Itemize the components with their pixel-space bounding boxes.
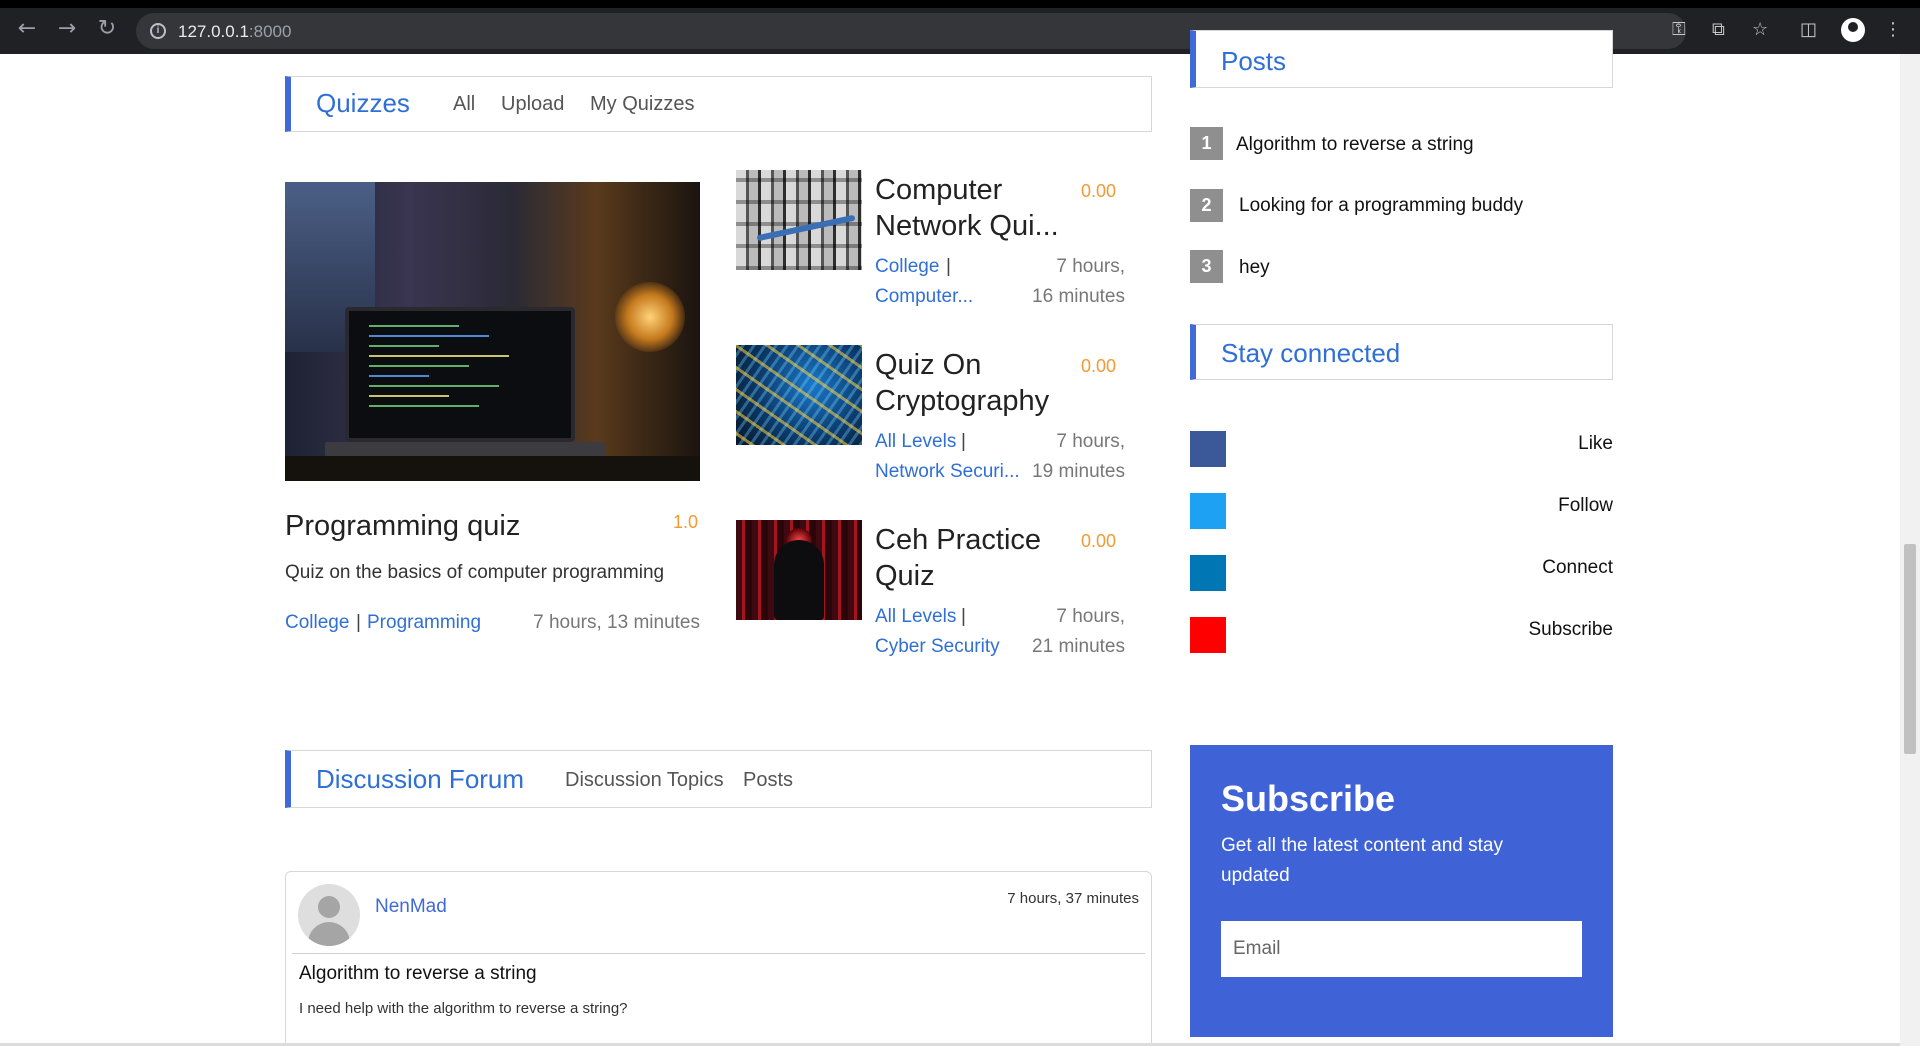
image-laptop-base bbox=[325, 442, 605, 456]
forum-post-card[interactable]: NenMad 7 hours, 37 minutes Algorithm to … bbox=[285, 871, 1152, 1046]
quiz-title-line1[interactable]: Ceh Practice bbox=[875, 522, 1041, 558]
image-floor bbox=[285, 456, 700, 481]
site-info-icon[interactable]: i bbox=[150, 23, 166, 39]
quiz-category[interactable]: All Levels bbox=[875, 606, 956, 628]
quizzes-tab-all[interactable]: All bbox=[453, 93, 475, 116]
featured-quiz-rating: 1.0 bbox=[673, 512, 699, 532]
quiz-rating: 0.00 bbox=[1081, 531, 1117, 551]
popular-post-link[interactable]: hey bbox=[1239, 257, 1270, 279]
side-panel-icon[interactable]: ◫ bbox=[1800, 20, 1817, 40]
linkedin-icon[interactable] bbox=[1190, 555, 1226, 591]
quiz-subject[interactable]: Computer... bbox=[875, 286, 973, 308]
social-connect-link[interactable]: Connect bbox=[1450, 557, 1613, 579]
featured-quiz-subject[interactable]: Programming bbox=[367, 612, 481, 634]
featured-quiz-description: Quiz on the basics of computer programmi… bbox=[285, 562, 665, 583]
post-number-badge: 3 bbox=[1190, 250, 1223, 283]
bookmark-star-icon[interactable]: ☆ bbox=[1752, 20, 1768, 40]
profile-icon[interactable] bbox=[1841, 18, 1865, 42]
quiz-time-line2: 16 minutes bbox=[1032, 286, 1125, 307]
sidebar-posts-title[interactable]: Posts bbox=[1221, 46, 1286, 77]
key-icon[interactable]: ⚿ bbox=[1672, 20, 1686, 40]
avatar[interactable] bbox=[298, 884, 360, 946]
quizzes-title[interactable]: Quizzes bbox=[316, 88, 410, 119]
page-scrollbar[interactable] bbox=[1900, 54, 1920, 1046]
quizzes-tab-upload[interactable]: Upload bbox=[501, 93, 564, 116]
quiz-title-line2[interactable]: Quiz bbox=[875, 558, 935, 594]
quiz-separator: | bbox=[961, 606, 966, 627]
email-field[interactable] bbox=[1221, 921, 1582, 977]
quiz-thumbnail-hacker[interactable] bbox=[736, 520, 862, 620]
post-body: I need help with the algorithm to revers… bbox=[299, 1000, 628, 1017]
tab-strip bbox=[0, 0, 1920, 8]
popular-post-link[interactable]: Looking for a programming buddy bbox=[1239, 195, 1523, 217]
featured-quiz-category[interactable]: College bbox=[285, 612, 349, 634]
quiz-separator: | bbox=[946, 256, 951, 277]
quiz-time-line1: 7 hours, bbox=[1056, 256, 1125, 277]
forum-tab-posts[interactable]: Posts bbox=[743, 769, 793, 792]
share-icon[interactable]: ⧉ bbox=[1712, 20, 1725, 40]
post-title[interactable]: Algorithm to reverse a string bbox=[299, 963, 537, 985]
post-number-badge: 2 bbox=[1190, 189, 1223, 222]
quiz-title-line2[interactable]: Cryptography bbox=[875, 383, 1049, 419]
subscribe-title: Subscribe bbox=[1221, 778, 1396, 819]
quiz-title-line1[interactable]: Quiz On bbox=[875, 347, 981, 383]
quiz-subject[interactable]: Network Securi... bbox=[875, 461, 1020, 483]
forum-title[interactable]: Discussion Forum bbox=[316, 764, 524, 795]
quiz-title-line2[interactable]: Network Qui... bbox=[875, 208, 1059, 244]
browser-toolbar: ← → ↻ i 127.0.0.1:8000 ⚿ ⧉ ☆ ◫ ⋮ bbox=[0, 0, 1920, 54]
youtube-icon[interactable] bbox=[1190, 617, 1226, 653]
quiz-rating: 0.00 bbox=[1081, 181, 1117, 201]
quiz-title-line1[interactable]: Computer bbox=[875, 172, 1002, 208]
forward-icon[interactable]: → bbox=[56, 18, 78, 40]
menu-kebab-icon[interactable]: ⋮ bbox=[1884, 20, 1902, 40]
url-host: 127.0.0.1 bbox=[178, 22, 249, 41]
forum-tab-discussion-topics[interactable]: Discussion Topics bbox=[565, 769, 724, 792]
quiz-thumbnail-network[interactable] bbox=[736, 170, 862, 270]
quizzes-tab-my-quizzes[interactable]: My Quizzes bbox=[590, 93, 694, 116]
url-port: :8000 bbox=[248, 22, 292, 41]
reload-icon[interactable]: ↻ bbox=[96, 18, 118, 40]
facebook-icon[interactable] bbox=[1190, 431, 1226, 467]
social-like-link[interactable]: Like bbox=[1450, 433, 1613, 455]
quiz-category[interactable]: All Levels bbox=[875, 431, 956, 453]
quiz-time-line2: 19 minutes bbox=[1032, 461, 1125, 482]
post-number-badge: 1 bbox=[1190, 127, 1223, 160]
featured-quiz-title[interactable]: Programming quiz bbox=[285, 508, 520, 544]
social-follow-link[interactable]: Follow bbox=[1450, 495, 1613, 517]
quiz-time-line1: 7 hours, bbox=[1056, 431, 1125, 452]
popular-post-link[interactable]: Algorithm to reverse a string bbox=[1236, 134, 1474, 156]
featured-quiz-time: 7 hours, 13 minutes bbox=[533, 612, 700, 633]
twitter-icon[interactable] bbox=[1190, 493, 1226, 529]
back-icon[interactable]: ← bbox=[16, 18, 38, 40]
quiz-separator: | bbox=[961, 431, 966, 452]
post-divider bbox=[292, 953, 1145, 954]
social-subscribe-link[interactable]: Subscribe bbox=[1450, 619, 1614, 641]
featured-quiz-separator: | bbox=[356, 612, 361, 633]
quiz-time-line2: 21 minutes bbox=[1032, 636, 1125, 657]
subscribe-widget: Subscribe Get all the latest content and… bbox=[1190, 745, 1613, 1037]
quiz-rating: 0.00 bbox=[1081, 356, 1117, 376]
image-lamp bbox=[615, 282, 685, 352]
quiz-time-line1: 7 hours, bbox=[1056, 606, 1125, 627]
image-laptop bbox=[345, 307, 575, 442]
quiz-thumbnail-crypto[interactable] bbox=[736, 345, 862, 445]
stay-connected-title: Stay connected bbox=[1221, 338, 1401, 368]
quizzes-header bbox=[285, 76, 1152, 132]
post-username[interactable]: NenMad bbox=[375, 896, 447, 918]
featured-quiz-image[interactable] bbox=[285, 182, 700, 481]
post-timestamp: 7 hours, 37 minutes bbox=[1007, 890, 1139, 907]
scrollbar-thumb[interactable] bbox=[1904, 544, 1916, 754]
quiz-subject[interactable]: Cyber Security bbox=[875, 636, 1000, 658]
url-text[interactable]: 127.0.0.1:8000 bbox=[178, 22, 291, 42]
subscribe-subtitle: Get all the latest content and stay upda… bbox=[1221, 835, 1504, 886]
quiz-category[interactable]: College bbox=[875, 256, 939, 278]
